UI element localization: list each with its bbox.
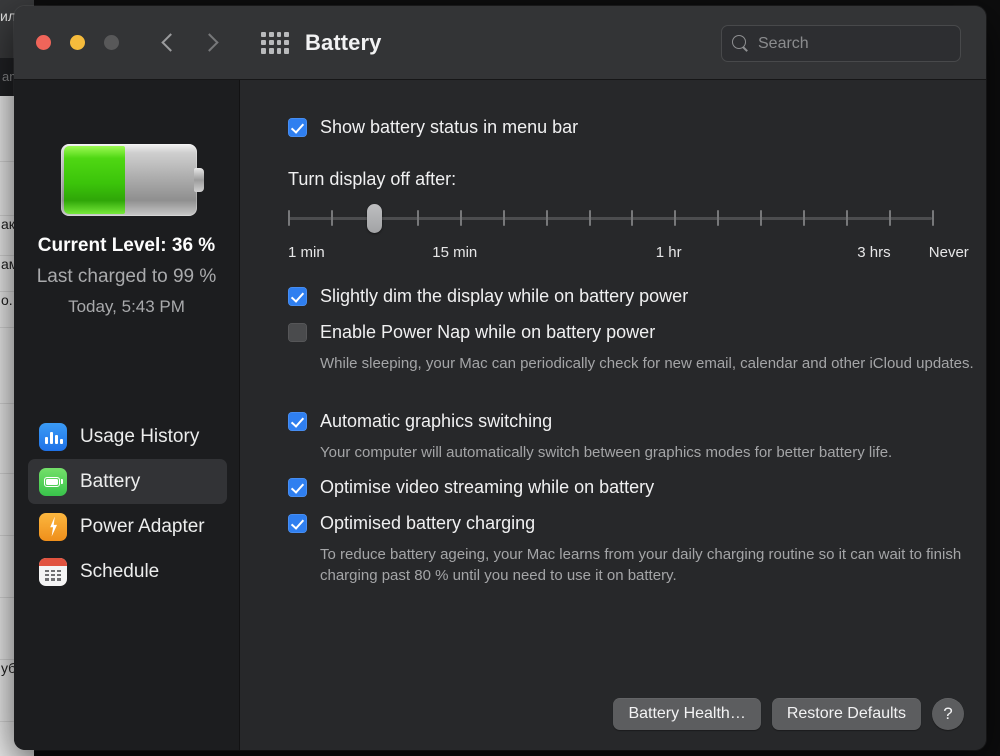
checkbox-row-show-battery-status[interactable]: Show battery status in menu bar <box>288 116 578 138</box>
sidebar-item-label: Schedule <box>80 560 160 582</box>
sidebar-item-label: Power Adapter <box>80 515 205 537</box>
battery-terminal <box>194 168 204 192</box>
grid-cell <box>284 31 289 37</box>
checkbox-row-optimise-video-streaming[interactable]: Optimise video streaming while on batter… <box>288 476 654 498</box>
slider-tick <box>416 210 419 226</box>
grid-cell <box>284 39 289 46</box>
checkbox-optimised-battery-charging[interactable] <box>288 514 307 533</box>
grid-cell <box>261 48 266 54</box>
slider-tick-label: 1 min <box>288 244 325 261</box>
checkbox-optimise-video-streaming[interactable] <box>288 478 307 497</box>
display-sleep-slider[interactable]: 1 min 15 min 1 hr 3 hrs Never <box>285 198 969 261</box>
slider-tick <box>846 210 849 226</box>
sidebar-item-label: Usage History <box>80 425 200 447</box>
grid-cell <box>276 39 282 46</box>
window-toolbar: Battery Search <box>14 6 986 80</box>
checkbox-label: Enable Power Nap while on battery power <box>320 322 656 342</box>
slider-track <box>288 217 932 220</box>
footer-buttons: Battery Health… Restore Defaults ? <box>613 698 964 730</box>
sidebar-item-label: Battery <box>80 470 141 492</box>
checkbox-row-optimised-battery-charging[interactable]: Optimised battery charging <box>288 512 535 534</box>
checkbox-row-power-nap[interactable]: Enable Power Nap while on battery power <box>288 321 655 343</box>
minimize-button[interactable] <box>70 35 85 50</box>
grid-cell <box>268 31 274 37</box>
current-level-label: Current Level: 36 % <box>37 235 216 256</box>
grid-cell <box>276 48 282 54</box>
power-adapter-icon <box>39 512 67 541</box>
show-all-grid-icon[interactable] <box>261 31 289 54</box>
slider-tick <box>502 210 505 226</box>
slider-thumb[interactable] <box>366 204 382 233</box>
checkbox-automatic-graphics-switching[interactable] <box>288 412 307 431</box>
battery-icon <box>39 467 67 496</box>
slider-tick <box>459 210 462 226</box>
slider-tick-label: 15 min <box>432 244 478 261</box>
checkbox-slightly-dim[interactable] <box>288 287 307 306</box>
battery-body <box>61 144 197 216</box>
slider-tick-label: Never <box>928 244 969 261</box>
sidebar-item-power-adapter[interactable]: Power Adapter <box>28 504 227 549</box>
chevron-right-icon[interactable] <box>201 34 219 52</box>
grid-cell <box>276 31 282 37</box>
restore-defaults-button[interactable]: Restore Defaults <box>771 698 921 730</box>
description-optimised-battery-charging: To reduce battery ageing, your Mac learn… <box>320 546 962 584</box>
checkbox-label: Optimise video streaming while on batter… <box>320 477 655 497</box>
traffic-lights <box>36 35 119 50</box>
battery-fill <box>64 146 126 214</box>
sidebar-item-schedule[interactable]: Schedule <box>28 549 227 594</box>
battery-preferences-window: Battery Search Current Level: 36 % Last … <box>14 6 986 750</box>
sidebar-item-usage-history[interactable]: Usage History <box>28 414 227 459</box>
turn-display-off-label: Turn display off after: <box>288 169 457 189</box>
chevron-left-icon[interactable] <box>159 34 177 52</box>
battery-status-graphic <box>61 144 204 216</box>
grid-cell <box>268 39 274 46</box>
slider-tick <box>545 210 548 226</box>
page-title: Battery <box>305 29 382 55</box>
battery-health-button[interactable]: Battery Health… <box>613 698 761 730</box>
grid-cell <box>268 48 274 54</box>
usage-history-icon <box>39 422 67 451</box>
last-charged-time: Today, 5:43 PM <box>68 297 185 316</box>
checkbox-label: Slightly dim the display while on batter… <box>320 286 689 306</box>
slider-tick <box>760 210 763 226</box>
checkbox-row-slightly-dim[interactable]: Slightly dim the display while on batter… <box>288 285 688 307</box>
navigation-buttons <box>159 34 219 52</box>
last-charged-label: Last charged to 99 % <box>36 266 217 287</box>
grid-cell <box>284 48 289 54</box>
checkbox-label: Show battery status in menu bar <box>320 117 579 137</box>
description-power-nap: While sleeping, your Mac can periodicall… <box>320 355 974 372</box>
search-input[interactable]: Search <box>758 35 809 53</box>
slider-tick <box>288 210 290 226</box>
slider-tick-label: 1 hr <box>655 244 682 261</box>
help-button[interactable]: ? <box>932 698 964 730</box>
search-field[interactable]: Search <box>721 25 961 62</box>
checkbox-show-battery-status[interactable] <box>288 118 307 137</box>
slider-tick <box>588 210 591 226</box>
close-button[interactable] <box>36 35 51 50</box>
sidebar-nav-list: Usage History Battery Power Adapter Sche… <box>28 414 227 594</box>
slider-tick-label: 3 hrs <box>857 244 891 261</box>
description-automatic-graphics-switching: Your computer will automatically switch … <box>320 444 893 461</box>
slider-tick <box>803 210 806 226</box>
schedule-calendar-icon <box>39 557 67 586</box>
main-panel: Show battery status in menu bar Turn dis… <box>240 80 986 750</box>
search-icon <box>732 35 749 52</box>
checkbox-power-nap[interactable] <box>288 323 307 342</box>
zoom-button <box>104 35 119 50</box>
slider-tick <box>889 210 892 226</box>
checkbox-row-automatic-graphics-switching[interactable]: Automatic graphics switching <box>288 410 552 432</box>
slider-tick <box>330 210 333 226</box>
sidebar-item-battery[interactable]: Battery <box>28 459 227 504</box>
grid-cell <box>261 31 266 37</box>
sidebar: Current Level: 36 % Last charged to 99 %… <box>14 80 240 750</box>
checkbox-label: Automatic graphics switching <box>320 411 553 431</box>
grid-cell <box>261 39 266 46</box>
checkbox-label: Optimised battery charging <box>320 513 536 533</box>
slider-tick <box>932 210 934 226</box>
